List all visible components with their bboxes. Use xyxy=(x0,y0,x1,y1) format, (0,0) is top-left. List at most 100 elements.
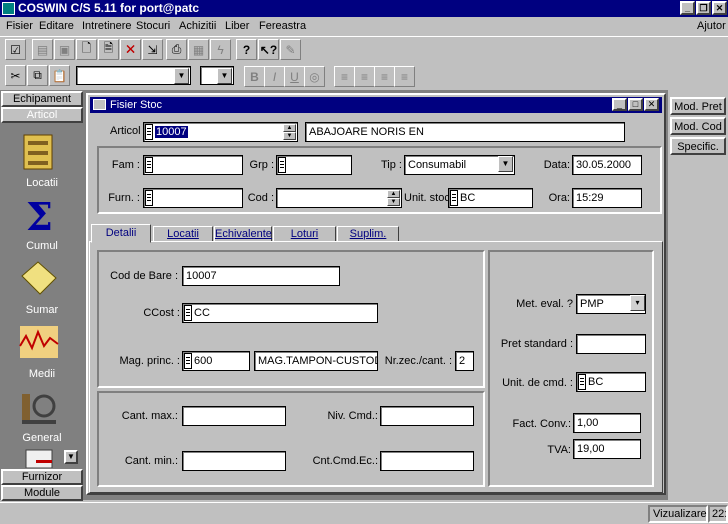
fact-conv-field[interactable]: 1,00 xyxy=(573,413,641,433)
save-icon[interactable]: ▣ xyxy=(54,39,75,60)
print-icon[interactable]: ⎙ xyxy=(166,39,187,60)
align-right-icon[interactable]: ≡ xyxy=(374,66,395,87)
mag-princ-field[interactable]: 600 xyxy=(182,351,250,371)
grp-field[interactable] xyxy=(276,155,352,175)
align-center-icon[interactable]: ≡ xyxy=(354,66,375,87)
cant-max-field[interactable] xyxy=(182,406,286,426)
ccost-field[interactable]: CC xyxy=(182,303,378,323)
articol-spinner[interactable]: ▲ ▼ xyxy=(283,124,296,140)
menu-stocuri[interactable]: Stocuri xyxy=(136,19,170,33)
unit-cmd-label: Unit. de cmd. : xyxy=(502,377,573,389)
preview-icon[interactable]: ▦ xyxy=(188,39,209,60)
cod-bare-field[interactable]: 10007 xyxy=(182,266,340,286)
window-maximize-button[interactable]: □ xyxy=(628,98,643,111)
menu-fisier[interactable]: Fisier xyxy=(6,19,33,33)
mag-princ-label: Mag. princ. : xyxy=(119,355,180,367)
met-eval-dropdown-icon[interactable]: ▾ xyxy=(630,295,645,311)
unit-cmd-field[interactable]: BC xyxy=(576,372,646,392)
data-field[interactable]: 30.05.2000 xyxy=(572,155,642,175)
close-button[interactable]: ✕ xyxy=(712,1,727,15)
ora-field[interactable]: 15:29 xyxy=(572,188,642,208)
tip-label: Tip : xyxy=(381,159,402,171)
align-left-icon[interactable]: ≡ xyxy=(334,66,355,87)
unit-stoc-field[interactable]: BC xyxy=(448,188,533,208)
sidebar-button-module[interactable]: Module xyxy=(1,485,83,501)
unit-stoc-label: Unit. stoc xyxy=(404,192,450,204)
justify-icon[interactable]: ≡ xyxy=(394,66,415,87)
window-close-button[interactable]: ✕ xyxy=(644,98,659,111)
restore-button[interactable]: ❐ xyxy=(696,1,711,15)
fact-conv-label: Fact. Conv.: xyxy=(512,418,571,430)
medii-icon[interactable] xyxy=(18,322,60,362)
cut-icon[interactable]: ✂ xyxy=(5,65,26,86)
furnizor-icon[interactable] xyxy=(18,448,60,469)
tip-dropdown-icon[interactable]: ▼ xyxy=(498,156,513,172)
bold-icon[interactable]: B xyxy=(244,66,265,87)
grid-tool-icon[interactable]: ▤ xyxy=(32,39,53,60)
tab-locatii[interactable]: Locatii xyxy=(153,226,213,242)
help-icon[interactable]: ? xyxy=(236,39,257,60)
lightning-icon[interactable]: ϟ xyxy=(210,39,231,60)
general-icon[interactable] xyxy=(18,386,60,426)
svg-text:Σ: Σ xyxy=(26,194,53,234)
sidebar-button-furnizor[interactable]: Furnizor xyxy=(1,469,83,485)
sidebar-scroll-down[interactable]: ▼ xyxy=(64,450,78,464)
window-icon[interactable] xyxy=(93,99,106,110)
font-size-select[interactable]: ▼ xyxy=(200,66,234,85)
cant-min-label: Cant. min.: xyxy=(124,455,178,467)
app-icon[interactable] xyxy=(2,2,15,15)
cod-spinner[interactable]: ▲ ▼ xyxy=(387,190,400,206)
delete-document-icon[interactable]: 🗙 xyxy=(120,39,141,60)
mod-cod-button[interactable]: Mod. Cod xyxy=(670,117,726,135)
mod-pret-button[interactable]: Mod. Pret xyxy=(670,97,726,115)
minimize-button[interactable]: _ xyxy=(680,1,695,15)
italic-icon[interactable]: I xyxy=(264,66,285,87)
nrzec-field[interactable]: 2 xyxy=(455,351,474,371)
tab-loturi[interactable]: Loturi xyxy=(273,226,336,242)
articol-desc-field[interactable]: ABAJOARE NORIS EN xyxy=(305,122,625,142)
menu-editare[interactable]: Editare xyxy=(39,19,74,33)
context-help-icon[interactable]: ↖? xyxy=(258,39,279,60)
tab-suplim[interactable]: Suplim. xyxy=(337,226,399,242)
tab-detalii[interactable]: Detalii xyxy=(91,224,151,243)
mag-desc-field[interactable]: MAG.TAMPON-CUSTODIE xyxy=(254,351,378,371)
menu-intretinere[interactable]: Intretinere xyxy=(82,19,132,33)
pret-standard-field[interactable] xyxy=(576,334,646,354)
new-document-icon[interactable]: 🗋 xyxy=(76,39,97,60)
menu-achizitii[interactable]: Achizitii xyxy=(179,19,216,33)
sidebar-label-cumul: Cumul xyxy=(26,240,58,252)
menu-ajutor[interactable]: Ajutor xyxy=(697,19,726,33)
document-icon[interactable]: 🗎 xyxy=(98,39,119,60)
fam-field[interactable] xyxy=(143,155,243,175)
tab-echivalente[interactable]: Echivalente xyxy=(214,226,272,242)
window-minimize-button[interactable]: _ xyxy=(612,98,627,111)
cnt-cmd-field[interactable] xyxy=(380,451,474,471)
furn-field[interactable] xyxy=(143,188,243,208)
cod-field[interactable]: ▲ ▼ xyxy=(276,188,402,208)
specific-button[interactable]: Specific. xyxy=(670,137,726,155)
sumar-icon[interactable] xyxy=(18,258,60,298)
checkbox-tool-icon[interactable]: ☑ xyxy=(5,39,26,60)
export-icon[interactable]: ⇲ xyxy=(142,39,163,60)
cant-min-field[interactable] xyxy=(182,451,286,471)
niv-cmd-label: Niv. Cmd.: xyxy=(327,410,378,422)
underline-icon[interactable]: U xyxy=(284,66,305,87)
sidebar-label-sumar: Sumar xyxy=(25,304,59,316)
menu-liber[interactable]: Liber xyxy=(225,19,249,33)
menu-fereastra[interactable]: Fereastra xyxy=(259,19,306,33)
niv-cmd-field[interactable] xyxy=(380,406,474,426)
menu-bar: Fisier Editare Intretinere Stocuri Achiz… xyxy=(0,17,728,35)
font-name-select[interactable]: ▼ xyxy=(76,66,191,85)
pret-standard-label: Pret standard : xyxy=(500,338,573,350)
color-icon[interactable]: ◎ xyxy=(304,66,325,87)
articol-lookup-icon[interactable] xyxy=(145,124,153,141)
sidebar-button-articol[interactable]: Articol xyxy=(1,107,83,123)
tva-field[interactable]: 19,00 xyxy=(573,439,641,459)
copy-icon[interactable]: ⧉ xyxy=(27,65,48,86)
articol-code-field[interactable]: 10007 ▲ ▼ xyxy=(143,122,298,142)
sigma-icon[interactable]: Σ xyxy=(18,194,60,239)
tool-icon[interactable]: ✎ xyxy=(280,39,301,60)
locatii-icon[interactable] xyxy=(18,131,60,171)
sidebar-button-echipament[interactable]: Echipament xyxy=(1,91,83,107)
paste-icon[interactable]: 📋 xyxy=(49,65,70,86)
